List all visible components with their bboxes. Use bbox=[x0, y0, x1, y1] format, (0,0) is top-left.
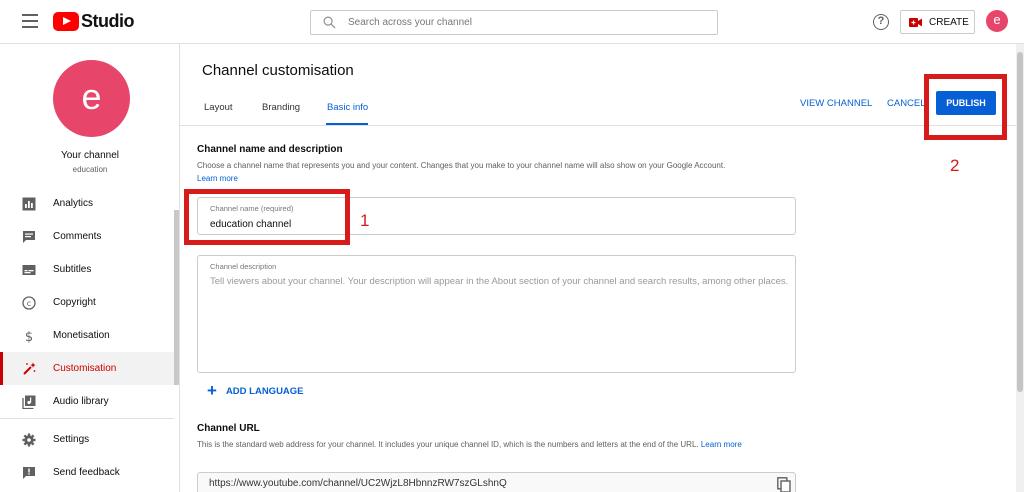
create-label: CREATE bbox=[929, 16, 969, 28]
annotation-box-1 bbox=[184, 189, 350, 245]
main-scrollbar[interactable] bbox=[1016, 44, 1024, 492]
create-button[interactable]: CREATE bbox=[900, 10, 975, 34]
annotation-number-2: 2 bbox=[950, 156, 960, 175]
your-channel-label: Your channel bbox=[60, 150, 119, 161]
sidebar-item-label: Comments bbox=[53, 231, 102, 242]
channel-name: education bbox=[72, 165, 108, 174]
account-avatar[interactable]: e bbox=[986, 10, 1008, 32]
annotation-number-1: 1 bbox=[360, 211, 370, 230]
sidebar-item-analytics[interactable]: Analytics bbox=[0, 187, 174, 220]
feedback-icon bbox=[22, 466, 36, 480]
name-section-title: Channel name and description bbox=[197, 144, 343, 155]
sidebar-item-comments[interactable]: Comments bbox=[0, 220, 174, 253]
name-section-desc: Choose a channel name that represents yo… bbox=[197, 159, 797, 185]
sidebar-divider bbox=[0, 418, 174, 419]
help-icon[interactable]: ? bbox=[873, 14, 889, 30]
analytics-icon bbox=[22, 197, 36, 211]
tab-basic-info[interactable]: Basic info bbox=[327, 102, 368, 113]
sidebar-item-subtitles[interactable]: Subtitles bbox=[0, 253, 174, 286]
sidebar-item-copyright[interactable]: c Copyright bbox=[0, 286, 174, 319]
sidebar-item-label: Customisation bbox=[53, 363, 117, 374]
url-section-desc-text: This is the standard web address for you… bbox=[197, 440, 699, 449]
gear-icon bbox=[22, 433, 36, 447]
dollar-icon: $ bbox=[22, 329, 36, 343]
svg-text:c: c bbox=[27, 299, 31, 308]
copy-icon[interactable] bbox=[777, 477, 791, 492]
comments-icon bbox=[22, 230, 36, 244]
logo-text: Studio bbox=[81, 11, 135, 31]
learn-more-link[interactable]: Learn more bbox=[701, 440, 742, 449]
search-input[interactable] bbox=[348, 17, 708, 28]
add-language-label: ADD LANGUAGE bbox=[225, 385, 304, 397]
sidebar-item-customisation[interactable]: Customisation bbox=[0, 352, 174, 385]
youtube-play-icon bbox=[53, 12, 79, 31]
learn-more-link[interactable]: Learn more bbox=[197, 174, 238, 183]
sidebar-item-label: Monetisation bbox=[53, 330, 110, 341]
studio-logo[interactable]: Studio bbox=[53, 11, 135, 32]
sidebar-item-label: Subtitles bbox=[53, 264, 92, 275]
sidebar-item-send-feedback[interactable]: Send feedback bbox=[0, 456, 174, 489]
studio-page: Studio ? CREATE e e Your channel educati… bbox=[0, 0, 1024, 492]
sidebar-item-label: Audio library bbox=[53, 396, 109, 407]
tab-branding[interactable]: Branding bbox=[262, 102, 300, 113]
channel-description-field[interactable]: Channel description Tell viewers about y… bbox=[197, 255, 796, 373]
sidebar-item-label: Copyright bbox=[53, 297, 96, 308]
add-language-button[interactable]: + ADD LANGUAGE bbox=[198, 381, 304, 400]
url-section-title: Channel URL bbox=[197, 423, 260, 434]
sidebar: e Your channel education Analytics Comme… bbox=[0, 44, 180, 492]
name-section-desc-text: Choose a channel name that represents yo… bbox=[197, 161, 726, 170]
video-camera-icon bbox=[909, 17, 922, 27]
copyright-icon: c bbox=[22, 295, 36, 310]
sidebar-scrollbar[interactable] bbox=[174, 210, 179, 385]
sidebar-item-label: Analytics bbox=[53, 198, 94, 209]
sidebar-item-audio-library[interactable]: Audio library bbox=[0, 385, 174, 418]
top-bar: Studio ? CREATE e bbox=[0, 0, 1024, 44]
channel-avatar[interactable]: e bbox=[53, 60, 130, 137]
view-channel-button[interactable]: VIEW CHANNEL bbox=[800, 98, 872, 109]
tab-layout[interactable]: Layout bbox=[204, 102, 233, 113]
page-title: Channel customisation bbox=[202, 62, 354, 79]
magic-wand-icon bbox=[22, 362, 36, 376]
channel-description-input[interactable]: Tell viewers about your channel. Your de… bbox=[210, 274, 790, 290]
channel-description-label: Channel description bbox=[210, 262, 277, 271]
audio-library-icon bbox=[22, 395, 36, 409]
plus-icon: + bbox=[207, 381, 217, 400]
search-icon bbox=[323, 16, 336, 29]
tabs-divider bbox=[180, 125, 1016, 126]
subtitles-icon bbox=[22, 263, 36, 277]
url-section-desc: This is the standard web address for you… bbox=[197, 438, 797, 451]
sidebar-item-label: Send feedback bbox=[53, 467, 120, 478]
sidebar-item-monetisation[interactable]: $ Monetisation bbox=[0, 319, 174, 352]
menu-icon[interactable] bbox=[22, 14, 38, 28]
scrollbar-thumb[interactable] bbox=[1017, 52, 1023, 392]
search-bar[interactable] bbox=[310, 10, 718, 35]
annotation-box-2 bbox=[924, 74, 1007, 140]
channel-url-text: https://www.youtube.com/channel/UC2WjzL8… bbox=[209, 478, 507, 489]
sidebar-item-settings[interactable]: Settings bbox=[0, 423, 174, 456]
channel-url-field: https://www.youtube.com/channel/UC2WjzL8… bbox=[197, 472, 796, 492]
sidebar-item-label: Settings bbox=[53, 434, 90, 445]
cancel-button[interactable]: CANCEL bbox=[887, 98, 926, 109]
svg-text:$: $ bbox=[25, 330, 33, 343]
